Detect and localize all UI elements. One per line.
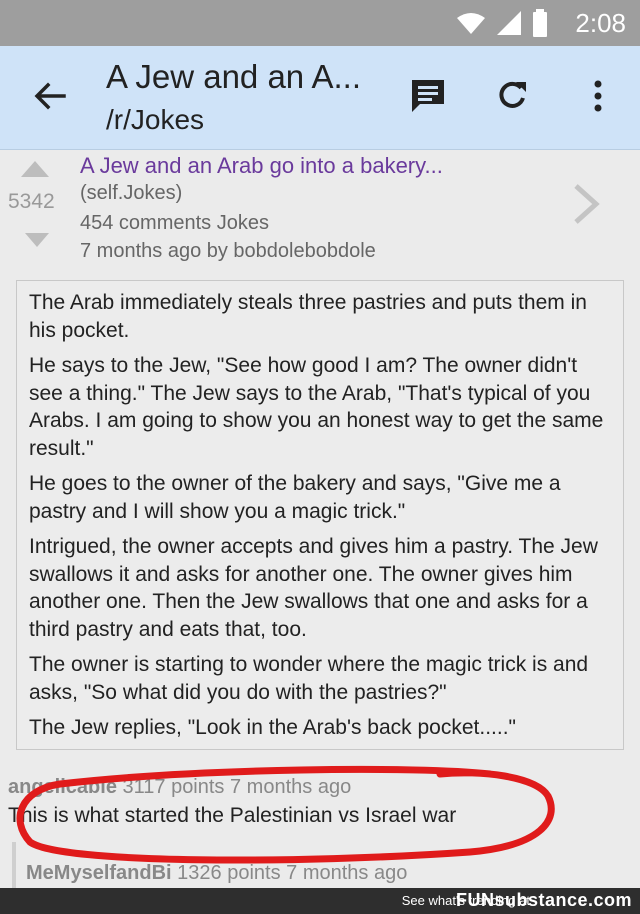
selftext-paragraph: The Jew replies, "Look in the Arab's bac… [29, 716, 516, 739]
cell-signal-icon [497, 11, 521, 35]
comment-body: This is what started the Palestinian vs … [8, 804, 457, 827]
comment-header: angelicable 3117 points 7 months ago [8, 776, 351, 799]
selftext-paragraph: The Arab immediately steals three pastri… [29, 291, 587, 342]
comment-age: 7 months ago [230, 776, 352, 798]
reply-indent-bar [12, 842, 16, 890]
wifi-icon [457, 13, 485, 34]
selftext-paragraph: He says to the Jew, "See how good I am? … [29, 354, 604, 460]
comment-author[interactable]: angelicable [8, 776, 117, 798]
reply-points: 1326 points [177, 862, 281, 884]
subreddit-name[interactable]: /r/Jokes [106, 104, 204, 136]
selftext-paragraph: He goes to the owner of the bakery and s… [29, 472, 561, 523]
refresh-icon[interactable] [490, 74, 534, 118]
reply-author[interactable]: MeMyselfandBi [26, 862, 172, 884]
comments-icon[interactable] [406, 74, 450, 118]
app-bar: A Jew and an A... /r/Jokes [0, 46, 640, 150]
status-bar: 2:08 [0, 0, 640, 46]
post-domain: (self.Jokes) [80, 182, 183, 204]
clock: 2:08 [575, 8, 626, 38]
comment-points: 3117 points [122, 776, 225, 798]
reply-header: MeMyselfandBi 1326 points 7 months ago [26, 862, 407, 885]
post-score: 5342 [8, 190, 55, 213]
upvote-arrow-icon[interactable] [20, 160, 50, 178]
reply-age: 7 months ago [286, 862, 408, 884]
page-title: A Jew and an A... [106, 58, 362, 95]
status-icons [456, 9, 548, 37]
post-title[interactable]: A Jew and an Arab go into a bakery... [80, 153, 443, 179]
chevron-right-icon[interactable] [572, 182, 600, 226]
battery-icon [533, 9, 547, 37]
post-age-author: 7 months ago by bobdolebobdole [80, 240, 376, 262]
watermark-footer: See what's trending at FUNsubstance.com [0, 888, 640, 914]
back-arrow-icon[interactable] [30, 76, 70, 116]
selftext-paragraph: The owner is starting to wonder where th… [29, 653, 589, 704]
selftext-paragraph: Intrigued, the owner accepts and gives h… [29, 535, 598, 641]
post-selftext: The Arab immediately steals three pastri… [16, 280, 624, 750]
downvote-arrow-icon[interactable] [24, 232, 50, 248]
post-comments-flair[interactable]: 454 comments Jokes [80, 212, 269, 235]
footer-brand[interactable]: FUNsubstance.com [456, 890, 632, 911]
more-options-icon[interactable] [576, 74, 620, 118]
